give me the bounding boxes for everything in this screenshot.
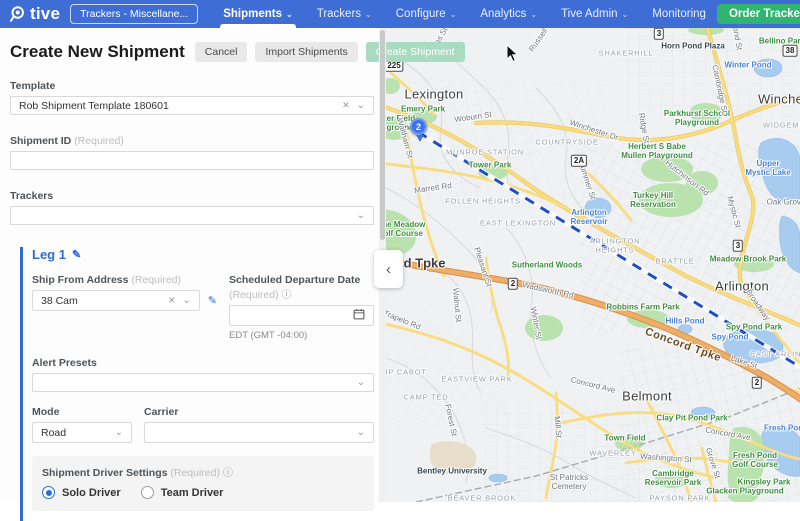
shipment-id-input[interactable] xyxy=(10,151,374,170)
map-canvas[interactable]: LexingtonArlingtonBelmontWinchesterSHAKE… xyxy=(386,28,800,502)
chevron-down-icon[interactable]: ⌄ xyxy=(115,431,123,435)
leg-1-section: Leg 1 ✎ Ship From Address (Required) 38 … xyxy=(20,247,374,521)
page-title: Create New Shipment xyxy=(10,42,185,62)
nav-item-analytics[interactable]: Analytics⌄ xyxy=(469,0,548,28)
chevron-down-icon[interactable]: ⌄ xyxy=(357,381,365,385)
logo-text: tive xyxy=(30,4,60,24)
tive-pin-icon xyxy=(8,5,26,23)
route-shield: 3 xyxy=(733,240,743,252)
workspace-selector[interactable]: Trackers - Miscellane... xyxy=(70,4,198,24)
ship-from-label: Ship From Address (Required) xyxy=(32,274,217,286)
clear-icon[interactable]: ✕ xyxy=(168,295,176,306)
driver-settings-label: Shipment Driver Settings (Required) ⓘ xyxy=(42,464,364,479)
ship-from-select[interactable]: 38 Cam ✕ ⌄ xyxy=(32,290,200,311)
clear-icon[interactable]: ✕ xyxy=(342,100,350,111)
collapse-panel-button[interactable]: ‹ xyxy=(374,250,403,288)
chevron-down-icon: ⌄ xyxy=(365,10,372,19)
alert-presets-select[interactable]: ⌄ xyxy=(32,373,374,392)
calendar-icon[interactable] xyxy=(353,308,365,323)
mode-label: Mode xyxy=(32,406,132,418)
info-icon[interactable]: ⓘ xyxy=(282,290,292,301)
departure-date-input[interactable] xyxy=(229,305,374,326)
trackers-select[interactable]: ⌄ xyxy=(10,206,374,225)
order-trackers-button[interactable]: Order Trackers xyxy=(717,4,800,24)
radio-label: Team Driver xyxy=(161,487,224,499)
timezone-note: EDT (GMT -04:00) xyxy=(229,330,374,341)
chevron-down-icon: ⌄ xyxy=(530,10,537,19)
ship-from-value: 38 Cam xyxy=(41,295,78,307)
route-shield: 2A xyxy=(571,155,587,167)
template-value: Rob Shipment Template 180601 xyxy=(19,100,169,112)
nav-item-shipments[interactable]: Shipments⌄ xyxy=(212,0,304,28)
top-navbar: tive Trackers - Miscellane... Shipments⌄… xyxy=(0,0,800,28)
radio-label: Solo Driver xyxy=(62,487,121,499)
trackers-label: Trackers xyxy=(10,190,374,202)
cancel-button[interactable]: Cancel xyxy=(195,42,248,62)
edit-leg-icon[interactable]: ✎ xyxy=(72,248,81,261)
alert-presets-label: Alert Presets xyxy=(32,357,374,369)
nav-item-monitoring[interactable]: Monitoring xyxy=(641,0,717,28)
route-shield: 38 xyxy=(783,45,798,57)
radio-dot[interactable] xyxy=(141,486,154,499)
route-shield: 2 xyxy=(508,278,518,290)
chevron-down-icon[interactable]: ⌄ xyxy=(182,299,190,303)
shipment-id-label: Shipment ID (Required) xyxy=(10,135,374,147)
create-shipment-panel: Create New Shipment Cancel Import Shipme… xyxy=(0,28,386,502)
map-base-layer xyxy=(386,28,800,502)
nav-item-trackers[interactable]: Trackers⌄ xyxy=(306,0,383,28)
route-shield: 2 xyxy=(752,377,762,389)
mode-select[interactable]: Road ⌄ xyxy=(32,422,132,443)
nav-menu: Shipments⌄Trackers⌄Configure⌄Analytics⌄T… xyxy=(212,0,717,28)
radio-team-driver[interactable]: Team Driver xyxy=(141,486,224,499)
tive-logo[interactable]: tive xyxy=(0,4,70,24)
chevron-down-icon[interactable]: ⌄ xyxy=(357,104,365,108)
nav-item-tive-admin[interactable]: Tive Admin⌄ xyxy=(550,0,639,28)
chevron-down-icon: ⌄ xyxy=(286,10,293,19)
nav-item-configure[interactable]: Configure⌄ xyxy=(385,0,468,28)
mode-value: Road xyxy=(41,427,66,439)
radio-dot[interactable] xyxy=(42,486,55,499)
carrier-label: Carrier xyxy=(144,406,374,418)
route-shield: 3 xyxy=(654,28,664,40)
info-icon[interactable]: ⓘ xyxy=(223,468,233,479)
chevron-down-icon[interactable]: ⌄ xyxy=(357,214,365,218)
edit-address-icon[interactable]: ✎ xyxy=(208,294,217,307)
departure-date-label: Scheduled Departure Date (Required) ⓘ xyxy=(229,274,374,301)
import-shipments-button[interactable]: Import Shipments xyxy=(255,42,357,62)
driver-radio-group: Solo Driver Team Driver xyxy=(42,486,364,499)
chevron-down-icon[interactable]: ⌄ xyxy=(357,431,365,435)
driver-settings-box: Shipment Driver Settings (Required) ⓘ So… xyxy=(32,456,374,511)
template-label: Template xyxy=(10,80,374,92)
leg-title: Leg 1 xyxy=(32,247,66,262)
chevron-down-icon: ⌄ xyxy=(450,10,457,19)
shipment-stop-marker[interactable]: 2 xyxy=(410,118,427,135)
carrier-select[interactable]: ⌄ xyxy=(144,422,374,443)
radio-solo-driver[interactable]: Solo Driver xyxy=(42,486,121,499)
template-select[interactable]: Rob Shipment Template 180601 ✕ ⌄ xyxy=(10,96,374,115)
chevron-down-icon: ⌄ xyxy=(622,10,629,19)
